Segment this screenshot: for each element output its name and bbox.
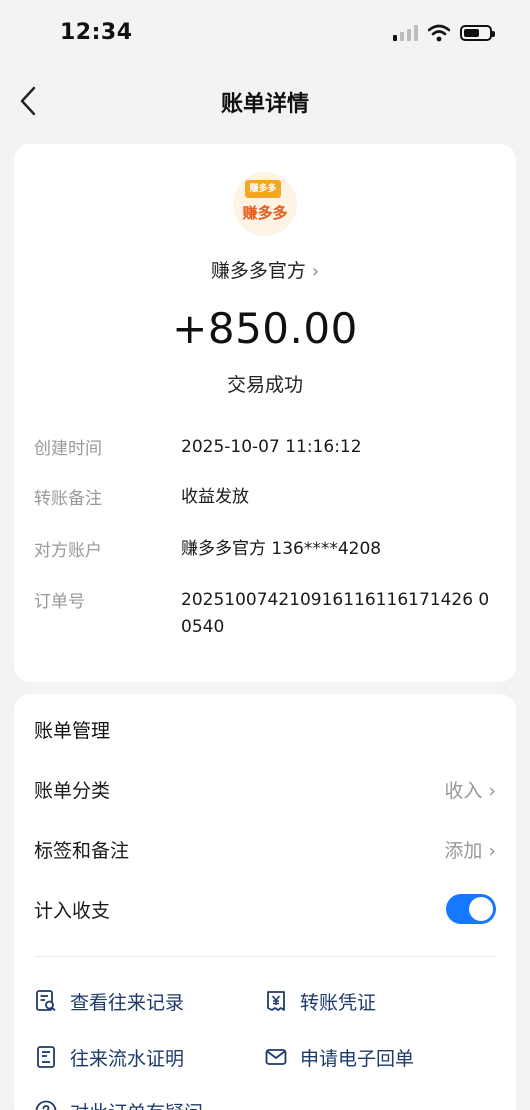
status-icons [393, 24, 495, 42]
chevron-right-icon: › [488, 840, 496, 862]
wifi-icon [428, 24, 450, 42]
page-title: 账单详情 [220, 92, 309, 117]
nav-bar: 账单详情 [0, 70, 530, 134]
status-time: 12:34 [60, 20, 133, 45]
action-label: 对此订单有疑问 [70, 1098, 203, 1110]
records-icon [36, 990, 56, 1012]
status-bar: 12:34 [0, 0, 530, 70]
row-value: 添加 [444, 840, 483, 862]
detail-key: 转账备注 [34, 489, 102, 509]
merchant-name: 赚多多官方 [210, 260, 306, 282]
bill-category-row[interactable]: 账单分类 收入 › [34, 776, 496, 806]
include-in-stats-row: 计入收支 [34, 894, 496, 926]
action-label: 往来流水证明 [70, 1047, 185, 1070]
detail-value: 2025-10-07 11:16:12 [181, 437, 362, 457]
action-label: 申请电子回单 [300, 1047, 415, 1070]
chevron-right-icon: › [311, 261, 320, 282]
statement-proof-button[interactable]: 往来流水证明 [34, 1042, 184, 1072]
transaction-card: 赚多多 赚多多 赚多多官方 › +850.00 交易成功 创建时间 2025-10… [14, 144, 516, 682]
transfer-voucher-button[interactable]: 转账凭证 [264, 986, 376, 1016]
divider [34, 956, 496, 957]
logo-name: 赚多多 [242, 204, 288, 222]
action-label: 查看往来记录 [70, 991, 185, 1014]
amount: +850.00 [172, 304, 358, 353]
merchant-logo: 赚多多 赚多多 [233, 172, 297, 236]
action-label: 转账凭证 [300, 991, 377, 1014]
row-label: 计入收支 [34, 900, 111, 922]
order-number[interactable]: 202510074210916116116171426 00540 [181, 587, 499, 641]
detail-key: 订单号 [34, 592, 85, 612]
detail-value: 收益发放 [181, 487, 249, 507]
view-records-button[interactable]: 查看往来记录 [34, 986, 184, 1016]
cellular-signal-icon [393, 25, 418, 41]
statement-icon [37, 1046, 55, 1068]
battery-icon [460, 25, 495, 41]
row-label: 账单分类 [34, 780, 111, 802]
detail-key: 创建时间 [34, 439, 102, 459]
transaction-status: 交易成功 [226, 374, 303, 396]
mail-icon [265, 1049, 287, 1065]
row-label: 标签和备注 [34, 840, 130, 862]
order-question-button[interactable]: 对此订单有疑问 [34, 1096, 203, 1110]
merchant-link[interactable]: 赚多多官方 › [14, 256, 516, 283]
row-value: 收入 [444, 780, 483, 802]
include-toggle[interactable] [446, 894, 496, 924]
logo-tag: 赚多多 [245, 180, 281, 198]
question-icon [35, 1100, 57, 1110]
chevron-right-icon: › [488, 780, 496, 802]
tags-notes-row[interactable]: 标签和备注 添加 › [34, 836, 496, 866]
detail-key: 对方账户 [34, 541, 102, 561]
section-title: 账单管理 [34, 720, 111, 742]
detail-value: 赚多多官方 136****4208 [181, 539, 382, 559]
e-receipt-button[interactable]: 申请电子回单 [264, 1042, 414, 1072]
bill-management-card: 账单管理 账单分类 收入 › 标签和备注 添加 › 计入收支 查看往来记录 转账凭证 [14, 694, 516, 1110]
yuan-receipt-icon [267, 991, 285, 1011]
